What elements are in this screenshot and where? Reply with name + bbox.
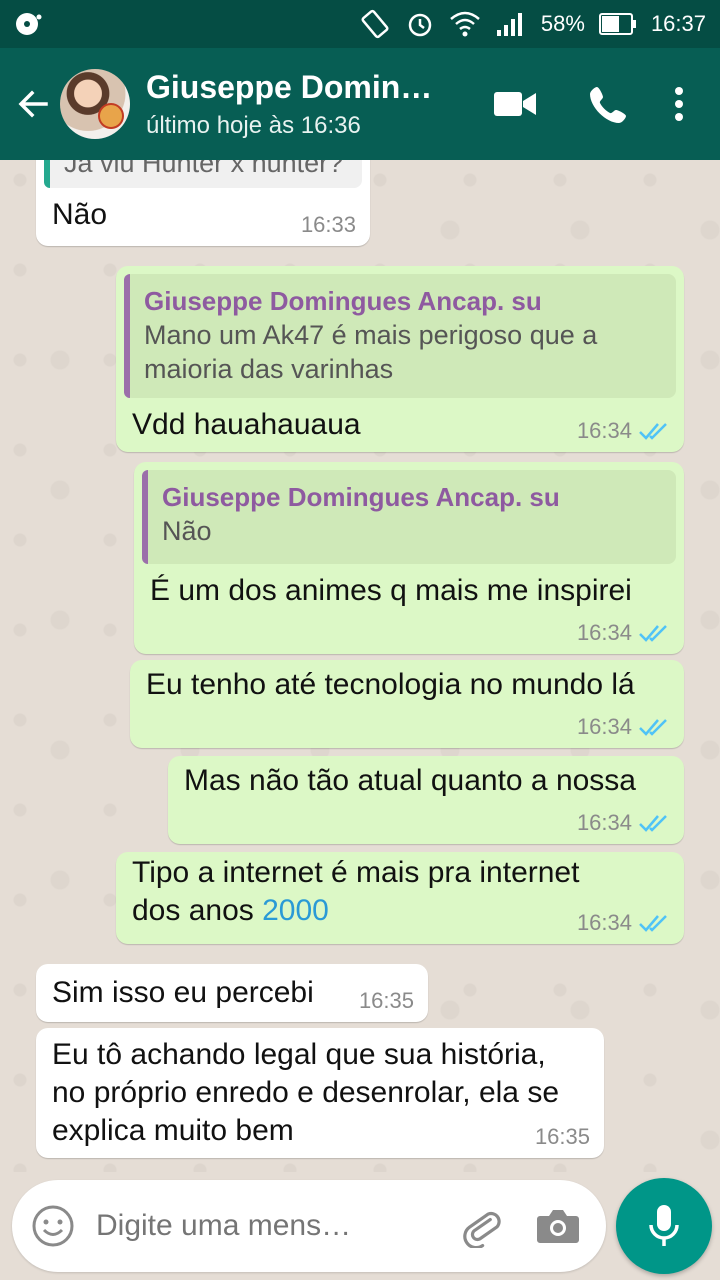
read-ticks-icon xyxy=(638,717,670,737)
message-meta: 16:34 xyxy=(577,810,670,836)
microphone-icon xyxy=(649,1205,679,1246)
message-meta: 16:35 xyxy=(535,1124,590,1150)
last-seen: último hoje às 16:36 xyxy=(146,111,361,139)
emoji-button[interactable] xyxy=(30,1203,76,1249)
message-meta: 16:34 xyxy=(577,910,670,936)
quoted-message[interactable]: Giuseppe Domingues Ancap. su Mano um Ak4… xyxy=(124,274,676,398)
message-meta: 16:34 xyxy=(577,620,670,646)
battery-icon xyxy=(598,13,637,35)
wifi-icon xyxy=(449,10,481,38)
message-text: Não xyxy=(52,198,108,231)
message-line: Eu tô achando legal que sua história, xyxy=(52,1038,546,1071)
chat-area[interactable]: Já viu Hunter x hunter? Não 16:33 Giusep… xyxy=(0,160,720,1172)
camera-icon xyxy=(537,1210,579,1243)
message-incoming[interactable]: Sim isso eu percebi 16:35 xyxy=(36,964,428,1022)
clock: 16:37 xyxy=(650,11,706,36)
message-text: Vdd hauahauaua xyxy=(132,408,361,441)
message-meta: 16:33 xyxy=(301,212,356,238)
read-ticks-icon xyxy=(638,813,670,833)
message-time: 16:34 xyxy=(576,810,632,835)
voice-call-button[interactable] xyxy=(562,64,656,144)
message-time: 16:35 xyxy=(358,988,414,1013)
video-call-button[interactable] xyxy=(468,64,562,144)
rotate-screen-icon xyxy=(359,8,391,40)
contact-info[interactable]: Giuseppe Domin… último hoje às 16:36 xyxy=(146,69,468,140)
message-time: 16:34 xyxy=(576,418,632,443)
paperclip-icon xyxy=(463,1211,501,1248)
message-text: Sim isso eu percebi xyxy=(52,976,314,1009)
back-button[interactable] xyxy=(4,48,62,160)
chat-header: Giuseppe Domin… último hoje às 16:36 xyxy=(0,48,720,160)
compose-bar xyxy=(0,1172,720,1280)
quote-text: Já viu Hunter x hunter? xyxy=(64,160,344,178)
message-line: dos anos 2000 xyxy=(132,892,579,930)
contact-name: Giuseppe Domin… xyxy=(146,68,433,105)
message-time: 16:33 xyxy=(300,212,356,237)
voice-message-button[interactable] xyxy=(616,1178,712,1274)
camera-button[interactable] xyxy=(528,1201,588,1251)
message-time: 16:34 xyxy=(576,714,632,739)
quoted-message[interactable]: Giuseppe Domingues Ancap. su Não xyxy=(142,470,676,564)
message-fragment: dos anos xyxy=(132,894,263,927)
arrow-left-icon xyxy=(18,90,48,118)
message-meta: 16:34 xyxy=(577,714,670,740)
phone-icon xyxy=(590,87,626,123)
message-line: Tipo a internet é mais pra internet xyxy=(132,856,580,889)
smiley-icon xyxy=(32,1205,74,1247)
message-incoming[interactable]: Já viu Hunter x hunter? Não 16:33 xyxy=(36,160,370,246)
read-ticks-icon xyxy=(638,913,670,933)
read-ticks-icon xyxy=(638,421,670,441)
message-text: É um dos animes q mais me inspirei xyxy=(150,574,632,607)
message-text: Mas não tão atual quanto a nossa xyxy=(184,764,636,797)
message-outgoing[interactable]: Giuseppe Domingues Ancap. su Não É um do… xyxy=(134,462,684,654)
message-incoming[interactable]: Eu tô achando legal que sua história, no… xyxy=(36,1028,604,1158)
avatar[interactable] xyxy=(60,69,130,139)
attach-button[interactable] xyxy=(456,1201,506,1251)
message-time: 16:35 xyxy=(534,1124,590,1149)
battery-percent: 58% xyxy=(540,11,585,36)
quote-author: Giuseppe Domingues Ancap. su xyxy=(144,286,542,316)
message-text: Eu tenho até tecnologia no mundo lá xyxy=(146,668,635,701)
message-outgoing[interactable]: Tipo a internet é mais pra internet dos … xyxy=(116,852,684,944)
message-text: Eu tô achando legal que sua história, no… xyxy=(52,1036,559,1150)
phone-number-link[interactable]: 2000 xyxy=(262,894,329,927)
message-line: no próprio enredo e desenrolar, ela se xyxy=(52,1076,560,1109)
message-line: explica muito bem xyxy=(52,1114,294,1147)
quoted-message[interactable]: Já viu Hunter x hunter? xyxy=(44,160,362,188)
video-camera-icon xyxy=(494,92,536,116)
more-vertical-icon xyxy=(675,87,683,121)
message-time: 16:34 xyxy=(576,910,632,935)
read-ticks-icon xyxy=(638,623,670,643)
music-notification-icon xyxy=(14,9,44,39)
compose-box[interactable] xyxy=(12,1180,606,1272)
message-outgoing[interactable]: Eu tenho até tecnologia no mundo lá 16:3… xyxy=(130,660,684,748)
message-outgoing[interactable]: Mas não tão atual quanto a nossa 16:34 xyxy=(168,756,684,844)
quote-text: Não xyxy=(162,516,212,546)
quote-text: Mano um Ak47 é mais perigoso que a xyxy=(144,320,598,350)
status-bar: 58% 16:37 xyxy=(0,0,720,48)
message-outgoing[interactable]: Giuseppe Domingues Ancap. su Mano um Ak4… xyxy=(116,266,684,452)
message-time: 16:34 xyxy=(576,620,632,645)
message-input[interactable] xyxy=(96,1209,416,1243)
quote-text: maioria das varinhas xyxy=(144,354,394,384)
quote-author: Giuseppe Domingues Ancap. su xyxy=(162,482,560,512)
message-meta: 16:34 xyxy=(577,418,670,444)
alarm-icon xyxy=(405,9,435,39)
message-text: Tipo a internet é mais pra internet dos … xyxy=(132,854,579,930)
more-options-button[interactable] xyxy=(656,64,702,144)
signal-icon xyxy=(495,10,527,38)
message-meta: 16:35 xyxy=(359,988,414,1014)
